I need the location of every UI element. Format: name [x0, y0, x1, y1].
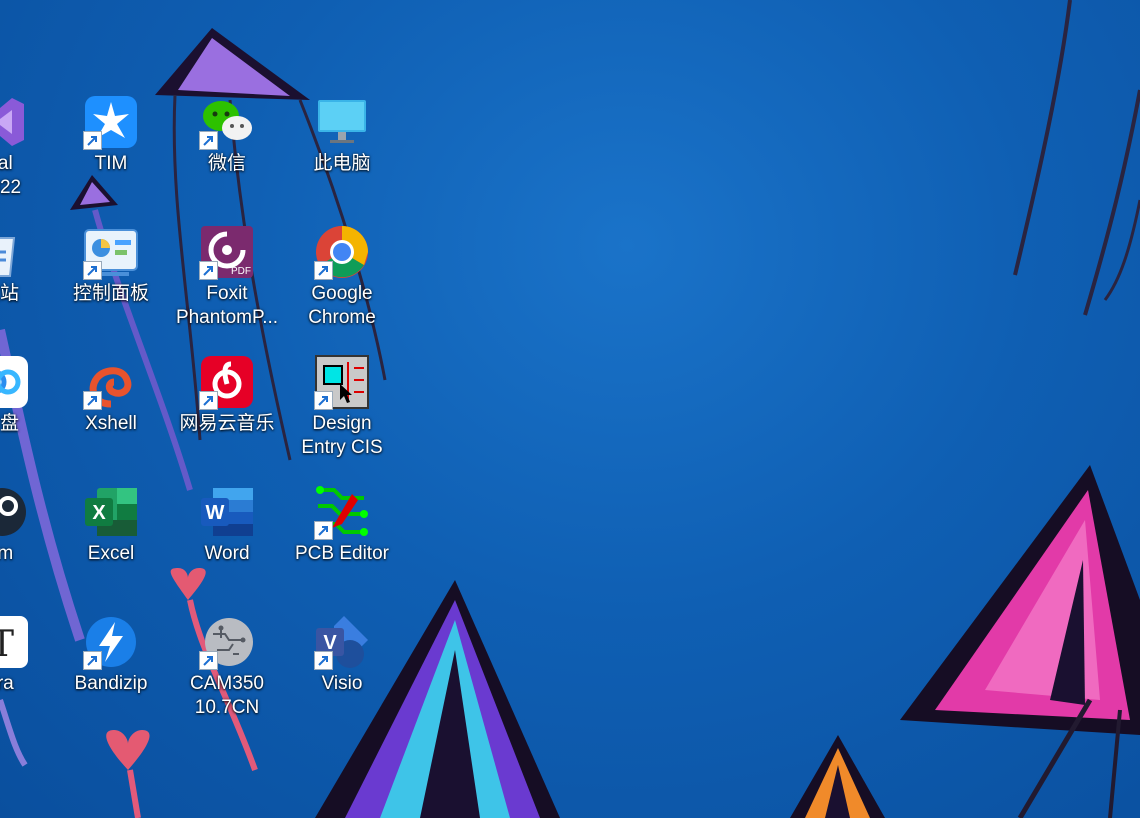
shortcut-arrow-icon	[314, 521, 333, 540]
tail-right-1	[1013, 0, 1072, 276]
desktop-icon-cloud-drive[interactable]: 网盘	[0, 354, 52, 436]
icon-label: am	[0, 543, 14, 564]
svg-text:X: X	[92, 502, 106, 524]
shortcut-arrow-icon	[199, 391, 218, 410]
icon-label: Excel	[87, 543, 135, 564]
recycle-bin-icon	[0, 237, 16, 277]
icon-label: 微信	[207, 153, 246, 174]
shortcut-arrow-icon	[83, 261, 102, 280]
shortcut-arrow-icon	[314, 651, 333, 670]
visual-studio-icon	[0, 98, 24, 146]
icon-label: 此电脑	[313, 153, 371, 174]
icon-label: ora	[0, 673, 14, 694]
cloud-drive-icon	[0, 356, 28, 408]
shortcut-arrow-icon	[314, 261, 333, 280]
svg-text:T: T	[0, 624, 14, 665]
shortcut-arrow-icon	[199, 261, 218, 280]
desktop-icon-visual-studio[interactable]: ual 2022	[0, 94, 52, 200]
icon-label: Word	[204, 543, 250, 564]
desktop-icon-excel[interactable]: X Excel	[59, 484, 163, 566]
desktop-icon-design-entry-cis[interactable]: Design Entry CIS	[290, 354, 394, 460]
shortcut-arrow-icon	[199, 651, 218, 670]
desktop-icon-foxit[interactable]: PDF Foxit PhantomP...	[175, 224, 279, 330]
icon-label: Design Entry CIS	[301, 413, 383, 458]
desktop-icon-word[interactable]: W Word	[175, 484, 279, 566]
icon-label: 控制面板	[72, 283, 149, 304]
icon-label: CAM350 10.7CN	[190, 673, 264, 718]
desktop-icon-steam[interactable]: am	[0, 484, 52, 566]
desktop-icon-this-pc[interactable]: 此电脑	[290, 94, 394, 176]
desktop-icon-chrome[interactable]: Google Chrome	[290, 224, 394, 330]
icon-label: Visio	[321, 673, 363, 694]
icon-label: Foxit PhantomP...	[175, 283, 279, 328]
desktop-icon-typora[interactable]: T ora	[0, 614, 52, 696]
icon-label: Xshell	[85, 413, 137, 434]
desktop-icon-wechat[interactable]: 微信	[175, 94, 279, 176]
shortcut-arrow-icon	[83, 651, 102, 670]
shortcut-arrow-icon	[83, 391, 102, 410]
desktop-icon-cam350[interactable]: CAM350 10.7CN	[175, 614, 279, 720]
icon-label: 网易云音乐	[179, 413, 275, 434]
kite-pink-right	[900, 465, 1140, 818]
kite-small-left	[70, 175, 193, 491]
svg-text:PDF: PDF	[231, 266, 251, 277]
word-icon: W	[201, 488, 253, 536]
shortcut-arrow-icon	[83, 131, 102, 150]
computer-icon	[318, 100, 366, 143]
icon-label: ual 2022	[0, 153, 22, 198]
desktop-wallpaper	[0, 0, 1140, 818]
typora-icon: T	[0, 616, 28, 668]
icon-label: 收站	[0, 283, 19, 304]
icon-label: Google Chrome	[308, 283, 376, 328]
icon-label: PCB Editor	[295, 543, 389, 564]
shortcut-arrow-icon	[314, 391, 333, 410]
desktop-icon-control-panel[interactable]: 控制面板	[59, 224, 163, 306]
excel-icon: X	[85, 488, 137, 536]
desktop-icon-pcb-editor[interactable]: PCB Editor	[290, 484, 394, 566]
heart-kite-2	[106, 730, 150, 818]
icon-label: TIM	[94, 153, 128, 174]
shortcut-arrow-icon	[199, 131, 218, 150]
kite-orange-bottom	[790, 735, 885, 818]
desktop-icon-xshell[interactable]: Xshell	[59, 354, 163, 436]
icon-label: 网盘	[0, 413, 19, 434]
steam-icon	[0, 488, 26, 536]
desktop-icon-visio[interactable]: V Visio	[290, 614, 394, 696]
desktop-icon-bandizip[interactable]: Bandizip	[59, 614, 163, 696]
svg-text:W: W	[206, 502, 225, 524]
desktop-icon-netease-music[interactable]: 网易云音乐	[175, 354, 279, 436]
desktop-icon-recycle-bin[interactable]: 收站	[0, 224, 52, 306]
desktop-icon-tim[interactable]: TIM	[59, 94, 163, 176]
icon-label: Bandizip	[74, 673, 148, 694]
